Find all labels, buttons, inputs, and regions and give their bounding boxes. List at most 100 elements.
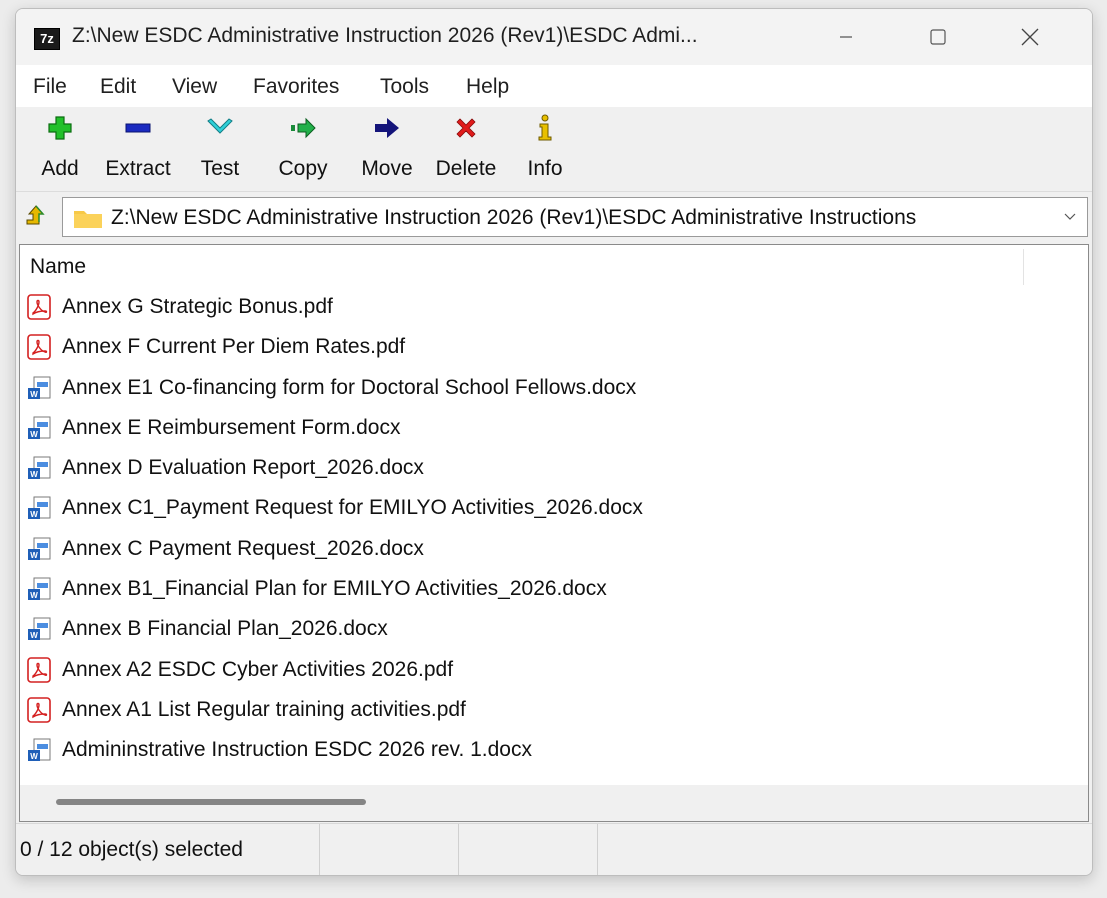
move-icon <box>375 118 399 138</box>
svg-text:W: W <box>30 470 38 479</box>
test-button[interactable]: Test <box>188 111 252 189</box>
close-icon <box>1021 28 1039 46</box>
close-button[interactable] <box>984 9 1076 65</box>
file-name: Annex F Current Per Diem Rates.pdf <box>62 335 406 359</box>
column-divider[interactable] <box>1023 249 1024 285</box>
status-cell-3 <box>459 824 598 875</box>
svg-text:W: W <box>30 551 38 560</box>
file-name: Annex B Financial Plan_2026.docx <box>62 617 388 641</box>
word-document-icon: W <box>27 495 51 521</box>
file-name: Annex E Reimbursement Form.docx <box>62 415 401 439</box>
add-button[interactable]: Add <box>30 111 90 189</box>
pdf-file-icon <box>27 656 51 683</box>
file-name: Annex B1_Financial Plan for EMILYO Activ… <box>62 577 607 601</box>
file-name: Annex A1 List Regular training activitie… <box>62 697 466 721</box>
file-row[interactable]: W Annex E1 Co-financing form for Doctoral… <box>20 368 1088 408</box>
delete-label: Delete <box>435 157 497 180</box>
delete-icon <box>456 118 476 138</box>
window-title: Z:\New ESDC Administrative Instruction 2… <box>72 24 698 47</box>
menu-view[interactable]: View <box>172 75 217 99</box>
svg-text:W: W <box>30 510 38 519</box>
copy-icon <box>291 117 316 139</box>
maximize-button[interactable] <box>892 9 984 65</box>
file-row[interactable]: W Admininstrative Instruction ESDC 2026 r… <box>20 730 1088 770</box>
title-bar[interactable]: 7z Z:\New ESDC Administrative Instructio… <box>16 9 1092 65</box>
word-document-icon: W <box>27 375 51 401</box>
menu-edit[interactable]: Edit <box>100 75 136 99</box>
menu-bar: File Edit View Favorites Tools Help <box>16 65 1092 107</box>
svg-text:W: W <box>30 631 38 640</box>
minimize-icon <box>840 36 852 38</box>
file-name: Annex G Strategic Bonus.pdf <box>62 295 333 318</box>
chevron-down-icon[interactable] <box>1063 209 1077 223</box>
file-name: Annex C Payment Request_2026.docx <box>62 536 424 560</box>
maximize-icon <box>930 29 946 45</box>
file-name: Annex E1 Co-financing form for Doctoral … <box>62 375 637 399</box>
toolbar: Add Extract Test Copy Move Delete Info <box>16 107 1092 192</box>
file-list[interactable]: Name Annex G Strategic Bonus.pdf Annex F … <box>19 244 1089 822</box>
file-name: Annex C1_Payment Request for EMILYO Acti… <box>62 496 643 520</box>
file-name: Annex A2 ESDC Cyber Activities 2026.pdf <box>62 657 454 681</box>
word-document-icon: W <box>27 616 51 642</box>
info-icon <box>538 114 552 141</box>
path-combo[interactable]: Z:\New ESDC Administrative Instruction 2… <box>62 197 1088 237</box>
file-name: Admininstrative Instruction ESDC 2026 re… <box>62 738 532 762</box>
file-row[interactable]: Annex G Strategic Bonus.pdf <box>20 287 1088 327</box>
file-row[interactable]: W Annex B Financial Plan_2026.docx <box>20 609 1088 649</box>
file-row[interactable]: W Annex C Payment Request_2026.docx <box>20 529 1088 569</box>
column-header-name[interactable]: Name <box>30 255 86 279</box>
path-text: Z:\New ESDC Administrative Instruction 2… <box>111 206 917 229</box>
move-button[interactable]: Move <box>350 111 424 189</box>
menu-help[interactable]: Help <box>466 75 509 99</box>
file-row[interactable]: W Annex D Evaluation Report_2026.docx <box>20 448 1088 488</box>
move-label: Move <box>361 157 413 180</box>
list-header: Name <box>20 245 1088 285</box>
add-label: Add <box>41 157 79 180</box>
copy-label: Copy <box>278 157 328 180</box>
svg-text:W: W <box>30 430 38 439</box>
minimize-button[interactable] <box>800 9 892 65</box>
pdf-file-icon <box>27 697 51 723</box>
scrollbar-thumb[interactable] <box>56 799 366 805</box>
delete-button[interactable]: Delete <box>428 111 504 189</box>
info-label: Info <box>527 157 563 180</box>
copy-button[interactable]: Copy <box>268 111 338 189</box>
word-document-icon: W <box>27 737 51 763</box>
svg-text:W: W <box>30 752 38 761</box>
file-row[interactable]: W Annex B1_Financial Plan for EMILYO Acti… <box>20 569 1088 609</box>
file-row[interactable]: Annex F Current Per Diem Rates.pdf <box>20 327 1088 367</box>
test-icon <box>207 118 233 134</box>
horizontal-scrollbar[interactable] <box>20 785 1088 821</box>
7zip-app-icon: 7z <box>34 28 60 50</box>
word-document-icon: W <box>27 576 51 602</box>
file-row[interactable]: W Annex C1_Payment Request for EMILYO Act… <box>20 488 1088 528</box>
file-row[interactable]: W Annex E Reimbursement Form.docx <box>20 408 1088 448</box>
svg-text:W: W <box>30 390 38 399</box>
status-bar: 0 / 12 object(s) selected <box>16 823 1092 875</box>
file-row[interactable]: Annex A1 List Regular training activitie… <box>20 690 1088 730</box>
extract-label: Extract <box>105 157 171 180</box>
pdf-file-icon <box>27 334 51 361</box>
test-label: Test <box>200 157 240 180</box>
parent-folder-button[interactable] <box>24 204 48 228</box>
pdf-file-icon <box>27 294 51 320</box>
menu-file[interactable]: File <box>33 75 67 99</box>
word-document-icon: W <box>27 415 51 441</box>
up-folder-icon <box>26 205 45 225</box>
file-name: Annex D Evaluation Report_2026.docx <box>62 456 424 480</box>
status-cell-selection: 0 / 12 object(s) selected <box>16 824 320 875</box>
folder-icon <box>74 211 102 228</box>
app-window: 7z Z:\New ESDC Administrative Instructio… <box>15 8 1093 876</box>
file-rows: Annex G Strategic Bonus.pdf Annex F Curre… <box>20 287 1088 771</box>
menu-favorites[interactable]: Favorites <box>253 75 339 99</box>
selection-count: 0 / 12 object(s) selected <box>20 838 243 861</box>
extract-button[interactable]: Extract <box>98 111 178 189</box>
word-document-icon: W <box>27 455 51 481</box>
svg-text:W: W <box>30 591 38 600</box>
file-row[interactable]: Annex A2 ESDC Cyber Activities 2026.pdf <box>20 650 1088 690</box>
add-icon <box>48 116 72 140</box>
word-document-icon: W <box>27 536 51 562</box>
menu-tools[interactable]: Tools <box>380 75 429 99</box>
info-button[interactable]: Info <box>520 111 570 189</box>
address-bar: Z:\New ESDC Administrative Instruction 2… <box>16 192 1092 242</box>
